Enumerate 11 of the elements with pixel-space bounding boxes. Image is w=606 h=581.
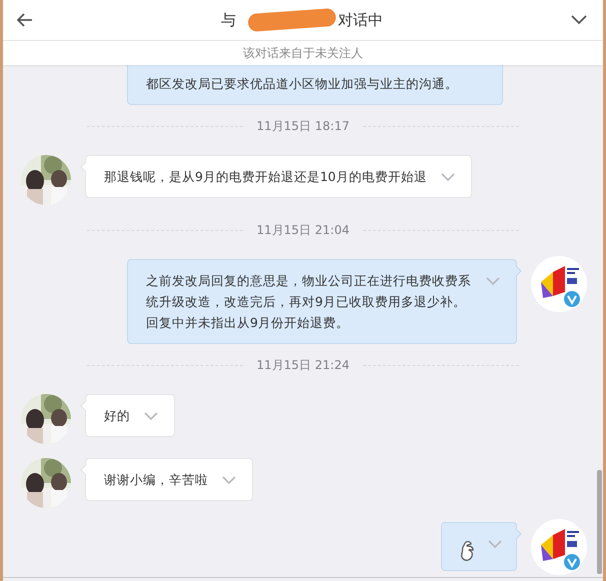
message-text: 之前发改局回复的意思是，物业公司正在进行电费收费系统升级改造，改造完后，再对9月已收取费用多退少补。回复中并未指出从9月份开始退费。 xyxy=(146,272,472,332)
notice-text: 该对话来自于未关注人 xyxy=(3,41,603,65)
timestamp: 11月15日 21:24 xyxy=(256,356,350,374)
chat-title: 与 xyxy=(221,10,236,30)
timestamp: 11月15日 18:17 xyxy=(256,118,350,134)
message-text: 谢谢小编，辛苦啦 xyxy=(104,471,208,489)
message-text: 好的 xyxy=(104,407,130,425)
message-text: 都区发改局已要求优品道小区物业加强与业主的沟通。 xyxy=(146,75,459,93)
message-text: 那退钱呢，是从9月的电费开始退还是10月的电费开始退 xyxy=(104,168,427,186)
chat-title: 对话中 xyxy=(338,10,383,30)
timestamp: 11月15日 21:04 xyxy=(256,222,350,238)
